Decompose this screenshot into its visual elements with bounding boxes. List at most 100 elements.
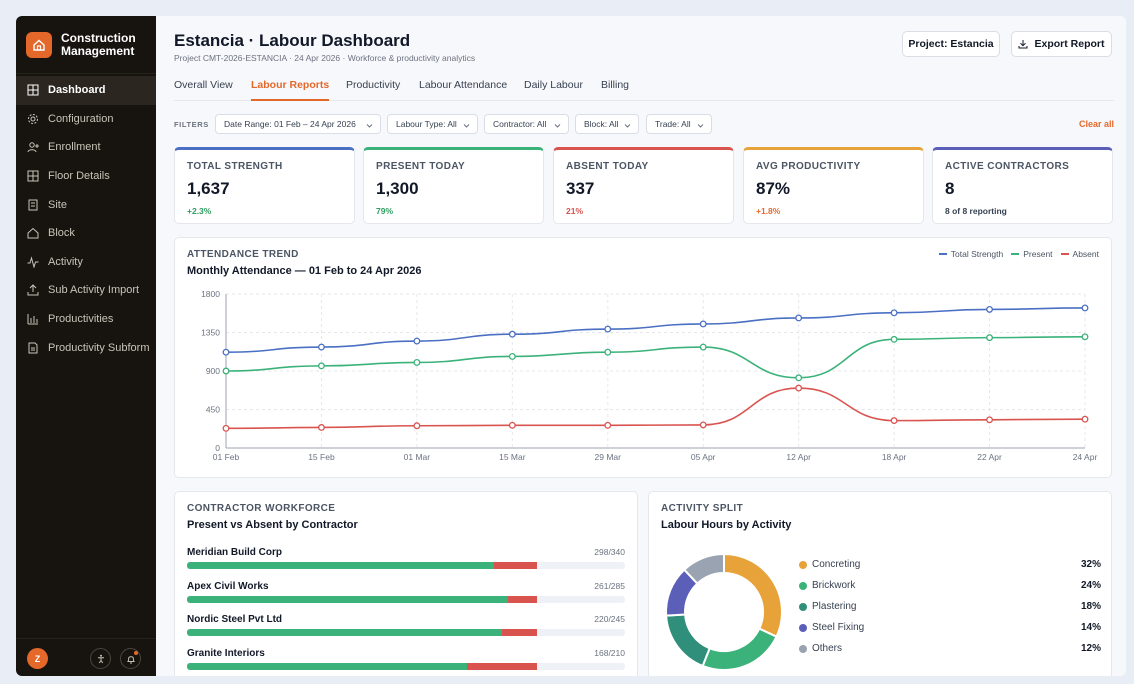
kpi-value: 337 [566, 179, 595, 198]
upload-icon [27, 284, 39, 296]
x-tick-label: 29 Mar [595, 452, 622, 462]
absent-bar [467, 662, 538, 670]
chart-legend: Total Strength Present Absent [931, 249, 1099, 259]
x-tick-label: 24 Apr [1073, 452, 1098, 462]
data-point[interactable] [795, 384, 803, 392]
data-point[interactable] [890, 335, 898, 343]
data-point[interactable] [317, 362, 325, 370]
data-point[interactable] [317, 343, 325, 351]
legend-item-total-strength: Total Strength [938, 249, 1004, 259]
chevron-down-icon [697, 121, 704, 131]
sidebar-item-activity[interactable]: Activity [16, 248, 156, 277]
legend-dot [799, 603, 807, 611]
data-point[interactable] [986, 334, 994, 342]
donut-slice[interactable] [701, 627, 778, 671]
data-point[interactable] [604, 348, 612, 356]
tab-labour-attendance[interactable]: Labour Attendance [419, 79, 507, 101]
data-point[interactable] [604, 325, 612, 333]
contractor-row[interactable]: Nordic Steel Pvt Ltd 220/245 [187, 614, 625, 644]
sidebar-item-configuration[interactable]: Configuration [16, 105, 156, 134]
legend-label: Total Strength [950, 249, 1004, 259]
sidebar-item-enrollment[interactable]: Enrollment [16, 133, 156, 162]
sidebar-item-dashboard[interactable]: Dashboard [16, 76, 156, 105]
project-selector-button[interactable]: Project: Estancia [902, 31, 1000, 57]
data-point[interactable] [508, 330, 516, 338]
data-point[interactable] [795, 314, 803, 322]
data-point[interactable] [317, 424, 325, 431]
data-point[interactable] [795, 374, 803, 382]
donut-slice[interactable] [665, 613, 711, 668]
data-point[interactable] [222, 424, 230, 432]
activity-eyebrow: ACTIVITY SPLIT [661, 503, 744, 514]
activity-label: Others [812, 643, 843, 654]
activity-label: Steel Fixing [812, 622, 865, 633]
data-point[interactable] [699, 320, 707, 328]
donut-slice[interactable] [723, 552, 783, 639]
data-point[interactable] [222, 348, 230, 356]
data-point[interactable] [986, 305, 994, 313]
data-point[interactable] [222, 367, 230, 375]
data-point[interactable] [604, 421, 612, 429]
activity-legend-item: Brickwork 24% [799, 580, 1101, 594]
chevron-down-icon [624, 121, 631, 131]
legend-dot [799, 582, 807, 590]
filter-labour-type[interactable]: Labour Type: All [387, 114, 478, 134]
data-point[interactable] [413, 337, 421, 345]
data-point[interactable] [1081, 415, 1089, 423]
kpi-value: 8 [945, 179, 955, 198]
contractor-row[interactable]: Meridian Build Corp 298/340 [187, 547, 625, 577]
data-point[interactable] [699, 343, 707, 351]
filter-date-range-label: Date Range: 01 Feb – 24 Apr 2026 [224, 119, 356, 129]
data-point[interactable] [890, 417, 898, 425]
y-tick-label: 1350 [201, 328, 220, 338]
filter-date-range[interactable]: Date Range: 01 Feb – 24 Apr 2026 [215, 114, 381, 134]
data-point[interactable] [986, 416, 994, 424]
kpi-present-today: PRESENT TODAY 1,300 79% [363, 147, 544, 224]
kpi-change: 8 of 8 reporting [945, 206, 1007, 216]
sidebar-item-productivities[interactable]: Productivities [16, 305, 156, 334]
data-point[interactable] [508, 353, 516, 360]
tab-billing[interactable]: Billing [601, 79, 629, 101]
tab-daily-labour[interactable]: Daily Labour [524, 79, 583, 101]
tab-overall-view[interactable]: Overall View [174, 79, 233, 101]
chevron-down-icon [554, 121, 561, 131]
present-bar [187, 629, 502, 636]
kpi-value: 87% [756, 179, 791, 198]
data-point[interactable] [1081, 333, 1089, 341]
activity-label: Plastering [812, 601, 857, 612]
gear-icon [27, 113, 39, 125]
data-point[interactable] [699, 421, 707, 429]
tab-productivity[interactable]: Productivity [346, 79, 400, 101]
activity-split-card: ACTIVITY SPLIT Labour Hours by Activity … [648, 491, 1112, 676]
data-point[interactable] [1081, 304, 1089, 312]
contractor-eyebrow: CONTRACTOR WORKFORCE [187, 503, 336, 514]
filter-trade[interactable]: Trade: All [646, 114, 712, 134]
y-tick-label: 1800 [201, 289, 220, 299]
contractor-row[interactable]: Granite Interiors 168/210 [187, 648, 625, 677]
brand-line-2: Management [61, 43, 135, 58]
kpi-total-strength: TOTAL STRENGTH 1,637 +2.3% [174, 147, 355, 224]
tab-labour-reports[interactable]: Labour Reports [251, 79, 330, 101]
data-point[interactable] [890, 309, 898, 317]
legend-item-present: Present [1011, 249, 1053, 259]
data-point[interactable] [508, 421, 516, 429]
sidebar-item-sub-activity-import[interactable]: Sub Activity Import [16, 276, 156, 305]
filter-block[interactable]: Block: All [575, 114, 639, 134]
data-point[interactable] [413, 358, 421, 366]
kpi-label: ABSENT TODAY [566, 161, 649, 172]
contractor-row[interactable]: Apex Civil Works 261/285 [187, 581, 625, 611]
avatar[interactable]: Z [27, 648, 48, 669]
sidebar-item-productivity-subform[interactable]: Productivity Subform [16, 333, 156, 362]
notification-bell-icon[interactable] [120, 648, 141, 669]
filter-contractor[interactable]: Contractor: All [484, 114, 569, 134]
sidebar-item-block[interactable]: Block [16, 219, 156, 248]
data-point[interactable] [413, 422, 421, 430]
sidebar-item-floor-details[interactable]: Floor Details [16, 162, 156, 191]
accessibility-icon[interactable] [90, 648, 111, 669]
clear-filters-link[interactable]: Clear all [1079, 119, 1114, 129]
export-report-button[interactable]: Export Report [1011, 31, 1112, 57]
sidebar-item-site[interactable]: Site [16, 190, 156, 219]
pulse-icon [27, 256, 39, 268]
series-line [225, 335, 1086, 379]
kpi-label: PRESENT TODAY [376, 161, 466, 172]
